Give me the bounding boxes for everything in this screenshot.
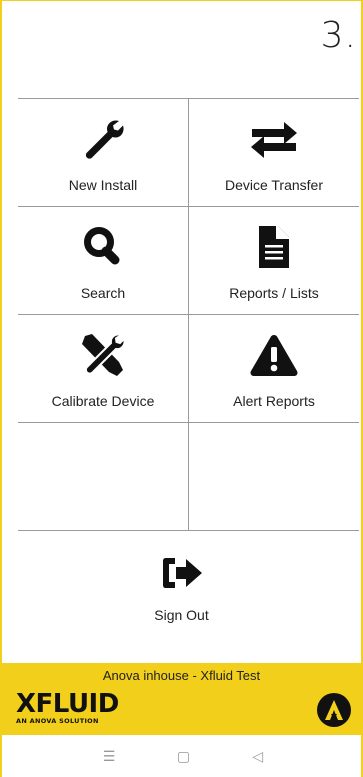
reports-lists-button[interactable]: Reports / Lists (189, 207, 359, 314)
menu-row: Search Reports / Lists (18, 206, 359, 314)
new-install-label: New Install (68, 177, 138, 193)
footer-bar: Anova inhouse - Xfluid Test XFLUID AN AN… (2, 663, 361, 735)
sign-out-icon (154, 545, 210, 601)
android-nav-bar: ☰ ▢ ◁ (2, 735, 361, 777)
search-label: Search (80, 285, 126, 301)
new-install-button[interactable]: New Install (18, 99, 189, 206)
menu-row: New Install Device Transfer (18, 98, 359, 206)
brand-logo: XFLUID AN ANOVA SOLUTION (16, 691, 119, 725)
transfer-arrows-icon (246, 111, 302, 167)
app-frame: 3. New Install Device Transfer Search Re… (0, 0, 363, 777)
menu-row: Calibrate Device Alert Reports (18, 314, 359, 422)
wrench-icon (75, 111, 131, 167)
warning-triangle-icon (246, 327, 302, 383)
document-icon (246, 219, 302, 275)
step-number: 3. (320, 15, 357, 56)
alert-reports-button[interactable]: Alert Reports (189, 315, 359, 422)
recent-apps-icon[interactable]: ☰ (99, 748, 119, 765)
divider (18, 530, 359, 531)
search-button[interactable]: Search (18, 207, 189, 314)
back-icon[interactable]: ◁ (248, 748, 268, 765)
tools-icon (75, 327, 131, 383)
home-icon[interactable]: ▢ (173, 748, 193, 765)
device-transfer-label: Device Transfer (224, 177, 324, 193)
sign-out-label: Sign Out (154, 607, 209, 623)
search-icon (75, 219, 131, 275)
device-transfer-button[interactable]: Device Transfer (189, 99, 359, 206)
reports-lists-label: Reports / Lists (229, 285, 319, 301)
calibrate-device-button[interactable]: Calibrate Device (18, 315, 189, 422)
anova-logo-icon (317, 693, 351, 727)
menu-row-empty (18, 422, 359, 530)
empty-cell (18, 423, 189, 530)
calibrate-device-label: Calibrate Device (51, 393, 155, 409)
menu-grid: New Install Device Transfer Search Repor… (18, 98, 359, 530)
sign-out-button[interactable]: Sign Out (2, 541, 361, 631)
empty-cell (189, 423, 359, 530)
alert-reports-label: Alert Reports (233, 393, 315, 409)
organization-name: Anova inhouse - Xfluid Test (102, 668, 261, 683)
brand-logo-text: XFLUID (16, 689, 119, 719)
